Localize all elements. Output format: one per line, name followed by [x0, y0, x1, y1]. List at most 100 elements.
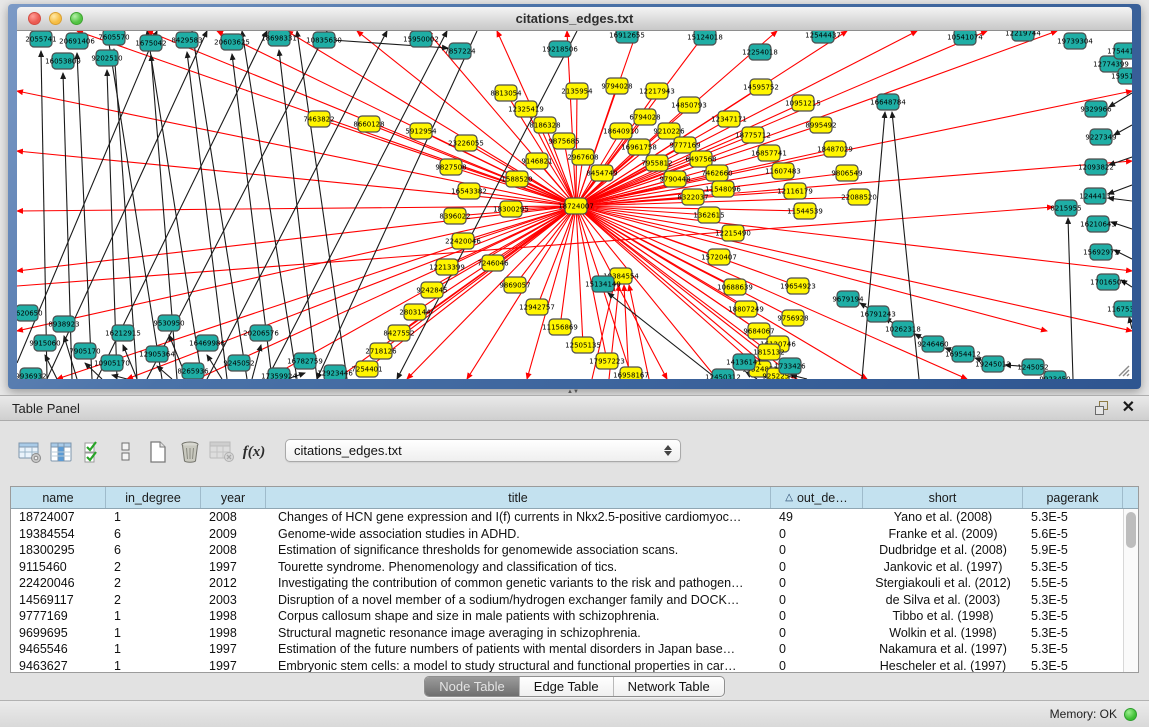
graph-node-label: 12213399	[429, 264, 465, 272]
select-columns-icon[interactable]	[78, 437, 110, 467]
memory-ok-icon	[1124, 708, 1137, 721]
resize-grip-icon[interactable]	[1116, 363, 1130, 377]
table-cell: 5.3E-5	[1023, 509, 1123, 526]
table-row[interactable]: 946554611997Estimation of the future num…	[11, 641, 1138, 658]
float-panel-icon[interactable]	[1095, 401, 1110, 416]
delete-column-icon[interactable]	[174, 437, 206, 467]
table-cell: 2	[106, 559, 201, 576]
table-cell: 0	[771, 658, 863, 674]
column-header-in_degree[interactable]: in_degree	[106, 487, 201, 508]
scrollbar-thumb[interactable]	[1126, 512, 1136, 548]
graph-node-label: 8322037	[677, 194, 708, 202]
graph-node-label: 14136141	[726, 359, 762, 367]
table-cell: 0	[771, 526, 863, 543]
table-row[interactable]: 1456911722003Disruption of a novel membe…	[11, 592, 1138, 609]
table-row[interactable]: 946362711997Embryonic stem cells: a mode…	[11, 658, 1138, 674]
table-row[interactable]: 977716911998Corpus callosum shape and si…	[11, 608, 1138, 625]
graph-node-label: 14595752	[743, 84, 779, 92]
function-builder-icon[interactable]: f(x)	[238, 437, 270, 467]
create-column-icon[interactable]	[142, 437, 174, 467]
tab-edge-table[interactable]: Edge Table	[520, 677, 614, 696]
graph-node-label: 2967608	[567, 154, 598, 162]
column-header-label: out_de…	[797, 491, 848, 505]
column-header-year[interactable]: year	[201, 487, 266, 508]
table-body: 1872400712008Changes of HCN gene express…	[11, 509, 1138, 673]
graph-node-label: 9242845	[416, 287, 447, 295]
graph-node-label: 9329966	[1080, 106, 1112, 114]
graph-node-label: 16469986	[189, 340, 225, 348]
table-cell: 5.3E-5	[1023, 641, 1123, 658]
graph-node-label: 10688639	[717, 284, 753, 292]
table-cell: Embryonic stem cells: a model to study s…	[266, 658, 771, 674]
graph-node-label: 8429583	[171, 37, 202, 45]
column-header-name[interactable]: name	[11, 487, 106, 508]
table-row[interactable]: 2242004622012Investigating the contribut…	[11, 575, 1138, 592]
graph-node-label: 8938923	[48, 321, 79, 329]
graph-node-label: 1245052	[1017, 364, 1048, 372]
tab-network-table[interactable]: Network Table	[614, 677, 724, 696]
table-cell: 22420046	[11, 575, 106, 592]
graph-node-label: 7605570	[98, 34, 129, 42]
table-row[interactable]: 1830029562008Estimation of significance …	[11, 542, 1138, 559]
graph-node-label: 15950002	[403, 36, 439, 44]
column-header-out_de[interactable]: △out_de…	[771, 487, 863, 508]
table-cell: 1997	[201, 641, 266, 658]
citation-graph[interactable]: 7463822866012859129542322605598275081654…	[17, 31, 1132, 379]
tab-node-table[interactable]: Node Table	[425, 677, 520, 696]
column-header-label: in_degree	[125, 491, 181, 505]
table-row[interactable]: 1872400712008Changes of HCN gene express…	[11, 509, 1138, 526]
table-row[interactable]: 1938455462009Genome-wide association stu…	[11, 526, 1138, 543]
graph-node-label: 12254018	[742, 49, 778, 57]
delete-table-icon[interactable]	[206, 437, 238, 467]
column-header-title[interactable]: title	[266, 487, 771, 508]
graph-node-label: 10951215	[785, 100, 821, 108]
column-header-label: short	[929, 491, 957, 505]
vertical-scrollbar[interactable]	[1123, 509, 1138, 672]
table-cell: 18300295	[11, 542, 106, 559]
graph-node-label: 18724007	[558, 203, 594, 211]
graph-node-label: 16954412	[945, 351, 981, 359]
memory-status-label: Memory: OK	[1050, 707, 1117, 721]
graph-node-label: 18807249	[728, 306, 764, 314]
table-row[interactable]: 911546021997Tourette syndrome. Phenomeno…	[11, 559, 1138, 576]
column-header-short[interactable]: short	[863, 487, 1023, 508]
table-cell: Disruption of a novel member of a sodium…	[266, 592, 771, 609]
close-panel-icon[interactable]: ✕	[1122, 400, 1135, 416]
row-height-icon[interactable]	[110, 437, 142, 467]
graph-node-label: 20691406	[59, 38, 95, 46]
graph-node-label: 9245052	[223, 360, 254, 368]
graph-node-label: 19739304	[1057, 38, 1093, 46]
show-columns-icon[interactable]	[46, 437, 78, 467]
network-window-titlebar[interactable]: citations_edges.txt	[17, 7, 1132, 31]
status-bar: Memory: OK	[0, 700, 1149, 727]
network-canvas[interactable]: 7463822866012859129542322605598275081654…	[17, 31, 1132, 379]
graph-node-label: 7246046	[477, 260, 509, 268]
table-row[interactable]: 969969511998Structural magnetic resonanc…	[11, 625, 1138, 642]
graph-node-label: 18487029	[817, 146, 853, 154]
graph-node-label: 19245012	[975, 361, 1011, 369]
table-cell: Stergiakouli et al. (2012)	[863, 575, 1023, 592]
network-view-window[interactable]: citations_edges.txt 74638228660128591295…	[8, 4, 1141, 389]
graph-node-label: 16958167	[613, 372, 649, 380]
column-header-pagerank[interactable]: pagerank	[1023, 487, 1123, 508]
graph-node-label: 12544437	[805, 32, 841, 40]
graph-node-label: 11548096	[705, 186, 741, 194]
graph-node-label: 19654923	[780, 283, 816, 291]
table-select-dropdown[interactable]: citations_edges.txt	[285, 439, 681, 462]
table-cell: 5.6E-5	[1023, 526, 1123, 543]
table-cell: Tibbo et al. (1998)	[863, 608, 1023, 625]
table-mode-icon[interactable]	[14, 437, 46, 467]
table-cell: 0	[771, 542, 863, 559]
graph-node-label: 17016504	[1090, 279, 1126, 287]
table-cell: 2008	[201, 509, 266, 526]
graph-node-label: 8427552	[383, 330, 414, 338]
table-cell: 2012	[201, 575, 266, 592]
table-cell: 5.3E-5	[1023, 592, 1123, 609]
graph-node-label: 10262318	[885, 326, 921, 334]
table-cell: Estimation of the future numbers of pati…	[266, 641, 771, 658]
graph-node-label: 16212915	[105, 330, 141, 338]
table-panel: Table Panel ✕ f(x) citat	[0, 395, 1149, 700]
graph-node-label: 22420046	[445, 238, 481, 246]
graph-node-label: 11607483	[765, 168, 801, 176]
graph-node-label: 7905170	[69, 348, 100, 356]
